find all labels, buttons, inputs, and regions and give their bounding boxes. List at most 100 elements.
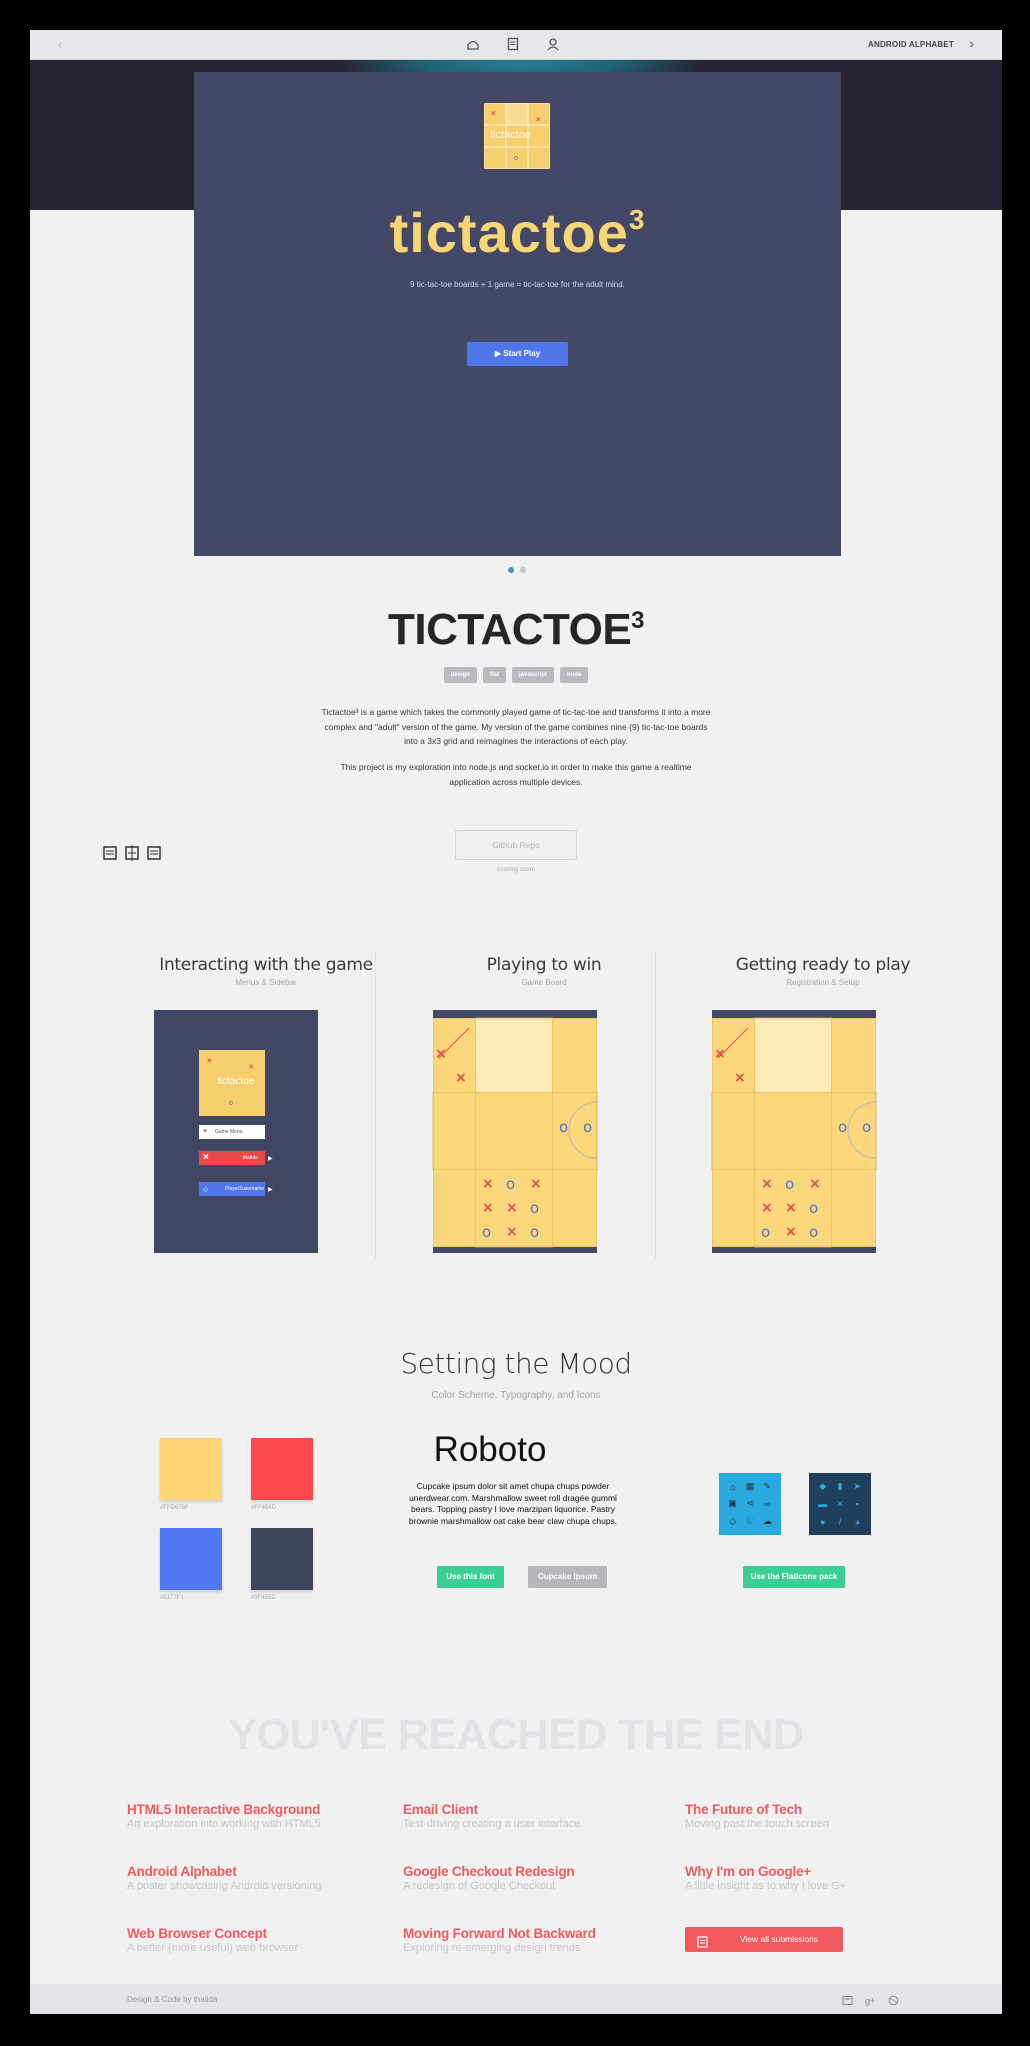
next-arrow-icon[interactable]: › <box>970 36 974 51</box>
x-mark: × <box>435 1046 447 1062</box>
mood-title: Setting the Mood <box>400 1347 632 1380</box>
link-subtitle: A little insight as to why I love G+ <box>685 1880 847 1892</box>
slide-dot[interactable] <box>508 567 514 573</box>
board-screenshot: × × o o × o × × × o o × o <box>432 1010 598 1253</box>
tag-node[interactable]: node <box>560 667 589 683</box>
player-x-label: thalida <box>243 1155 258 1161</box>
pen-icon: / <box>838 1516 842 1527</box>
tag-list: design flat javascript node <box>30 667 1002 683</box>
link-subtitle: Exploring re-emerging design trends <box>403 1942 581 1954</box>
send-icon: ➤ <box>853 1481 862 1492</box>
hero-title-text: tictactoe <box>389 201 629 264</box>
o-mark: o <box>482 1223 492 1241</box>
github-repo-button[interactable]: Github Repo <box>455 830 577 860</box>
hero-title-sup: 3 <box>628 204 646 235</box>
footer-credit: Design & Code by thalida <box>127 1995 218 2004</box>
page-frame: ‹ ANDROID ALPHABET › × × o tictactoe tic… <box>30 30 1002 2014</box>
home-icon[interactable] <box>466 37 480 51</box>
menu-icon: ≡ <box>203 1128 208 1135</box>
iconpack-light: ⌂ ▦ ✎ ▣ ⋖ ∞ ◇ ♡ ☁ <box>719 1473 781 1535</box>
link-title[interactable]: HTML5 Interactive Background <box>127 1802 387 1817</box>
x-mark: × <box>482 1176 494 1192</box>
link-moving-forward[interactable]: Moving Forward Not Backward Exploring re… <box>403 1926 663 1954</box>
link-title[interactable]: Web Browser Concept <box>127 1926 387 1941</box>
feature-board: Playing to win Game Board <box>404 955 684 987</box>
top-nav-icons <box>466 37 560 51</box>
next-project-link[interactable]: ANDROID ALPHABET <box>868 40 954 49</box>
swatch-label: #3F455D <box>251 1595 276 1601</box>
o-mark: o <box>559 1118 569 1136</box>
swatch-label: #FFD676F <box>160 1505 189 1511</box>
x-mark: × <box>714 1046 726 1062</box>
dribbble-icon[interactable] <box>888 1993 899 2006</box>
view-all-submissions-button[interactable]: View all submissions <box>685 1927 843 1952</box>
player-x-item: × thalida <box>199 1151 265 1165</box>
x-mark: × <box>734 1070 746 1086</box>
link-google-checkout[interactable]: Google Checkout Redesign A redesign of G… <box>403 1864 663 1892</box>
link-title[interactable]: Email Client <box>403 1802 663 1817</box>
font-name: Roboto <box>433 1430 547 1469</box>
link-title[interactable]: Google Checkout Redesign <box>403 1864 663 1879</box>
tag-flat[interactable]: flat <box>482 667 506 683</box>
game-menu-label: Game Menu <box>215 1129 243 1135</box>
hero-tagline: 9 tic-tac-toe boards + 1 game = tic-tac-… <box>410 280 625 289</box>
o-mark: o <box>809 1223 819 1241</box>
calendar-icon: ▦ <box>745 1481 755 1492</box>
o-mark: o <box>809 1199 819 1217</box>
mood-subtitle: Color Scheme, Typography, and Icons <box>431 1390 601 1401</box>
cupcake-ipsum-button[interactable]: Cupcake Ipsum <box>528 1566 607 1588</box>
tictactoe-logo: tictactoe × × o <box>199 1050 265 1116</box>
tag-javascript[interactable]: javascript <box>511 667 555 683</box>
link-subtitle: Moving past the touch screen <box>685 1818 829 1830</box>
feature-divider <box>375 950 376 1260</box>
use-font-button[interactable]: Use this font <box>437 1566 504 1588</box>
link-title[interactable]: Android Alphabet <box>127 1864 387 1879</box>
link-title[interactable]: Moving Forward Not Backward <box>403 1926 663 1941</box>
logo-x-mark: × <box>491 109 496 118</box>
document-icon[interactable] <box>506 37 520 51</box>
network-icon[interactable] <box>124 845 140 861</box>
link-subtitle: A better (more useful) web browser <box>127 1942 299 1954</box>
o-mark: o <box>761 1223 771 1241</box>
x-mark: × <box>809 1176 821 1192</box>
email-icon[interactable] <box>842 1993 853 2005</box>
x-mark: × <box>506 1200 518 1216</box>
feature-title: Playing to win <box>486 955 602 975</box>
link-icon: ∞ <box>764 1498 771 1509</box>
link-future-of-tech[interactable]: The Future of Tech Moving past the touch… <box>685 1802 945 1830</box>
start-play-button[interactable]: ▶ Start Play <box>467 342 568 366</box>
menu-screenshot: tictactoe × × o ≡ Game Menu × thalida ▶ … <box>154 1010 318 1253</box>
link-why-google-plus[interactable]: Why I'm on Google+ A little insight as t… <box>685 1864 945 1892</box>
link-title[interactable]: The Future of Tech <box>685 1802 945 1817</box>
user-icon[interactable] <box>546 37 560 51</box>
logo-o-mark: o <box>229 1100 233 1107</box>
project-description-node: This project is my exploration into node… <box>340 762 692 787</box>
logo-x-mark: × <box>249 1062 254 1071</box>
feature-subtitle: Registration & Setup <box>786 978 860 987</box>
back-arrow-icon[interactable]: ‹ <box>58 37 62 52</box>
lock-icon: ▪ <box>855 1499 859 1510</box>
link-android-alphabet[interactable]: Android Alphabet A poster showcasing And… <box>127 1864 387 1892</box>
project-title: TICTACTOE3 <box>30 605 1002 655</box>
footer-social-icons: g+ <box>842 1993 899 2006</box>
flaticons-button[interactable]: Use the Flaticons pack <box>743 1566 845 1588</box>
iconpack-dark: ◆ ▮ ➤ ▬ ✕ ▪ ● / ◕ <box>809 1473 871 1535</box>
link-subtitle: A poster showcasing Android versioning <box>127 1880 322 1892</box>
edit-icon: ✎ <box>763 1481 772 1492</box>
link-html5-background[interactable]: HTML5 Interactive Background An explorat… <box>127 1802 387 1830</box>
list-icon[interactable] <box>146 845 162 861</box>
slide-dot[interactable] <box>520 567 526 573</box>
google-plus-icon[interactable]: g+ <box>865 1993 876 2006</box>
link-email-client[interactable]: Email Client Test-driving creating a use… <box>403 1802 663 1830</box>
x-mark: × <box>455 1070 467 1086</box>
logo-wordmark: tictactoe <box>217 1076 255 1087</box>
share-icons <box>102 845 162 861</box>
document-icon[interactable] <box>102 845 118 861</box>
tag-design[interactable]: design <box>443 667 477 683</box>
link-web-browser[interactable]: Web Browser Concept A better (more usefu… <box>127 1926 387 1954</box>
o-mark: o <box>530 1199 540 1217</box>
color-swatch-yellow <box>160 1438 222 1500</box>
link-subtitle: Test-driving creating a user interface <box>403 1818 581 1830</box>
feature-divider <box>655 950 656 1260</box>
link-title[interactable]: Why I'm on Google+ <box>685 1864 945 1879</box>
